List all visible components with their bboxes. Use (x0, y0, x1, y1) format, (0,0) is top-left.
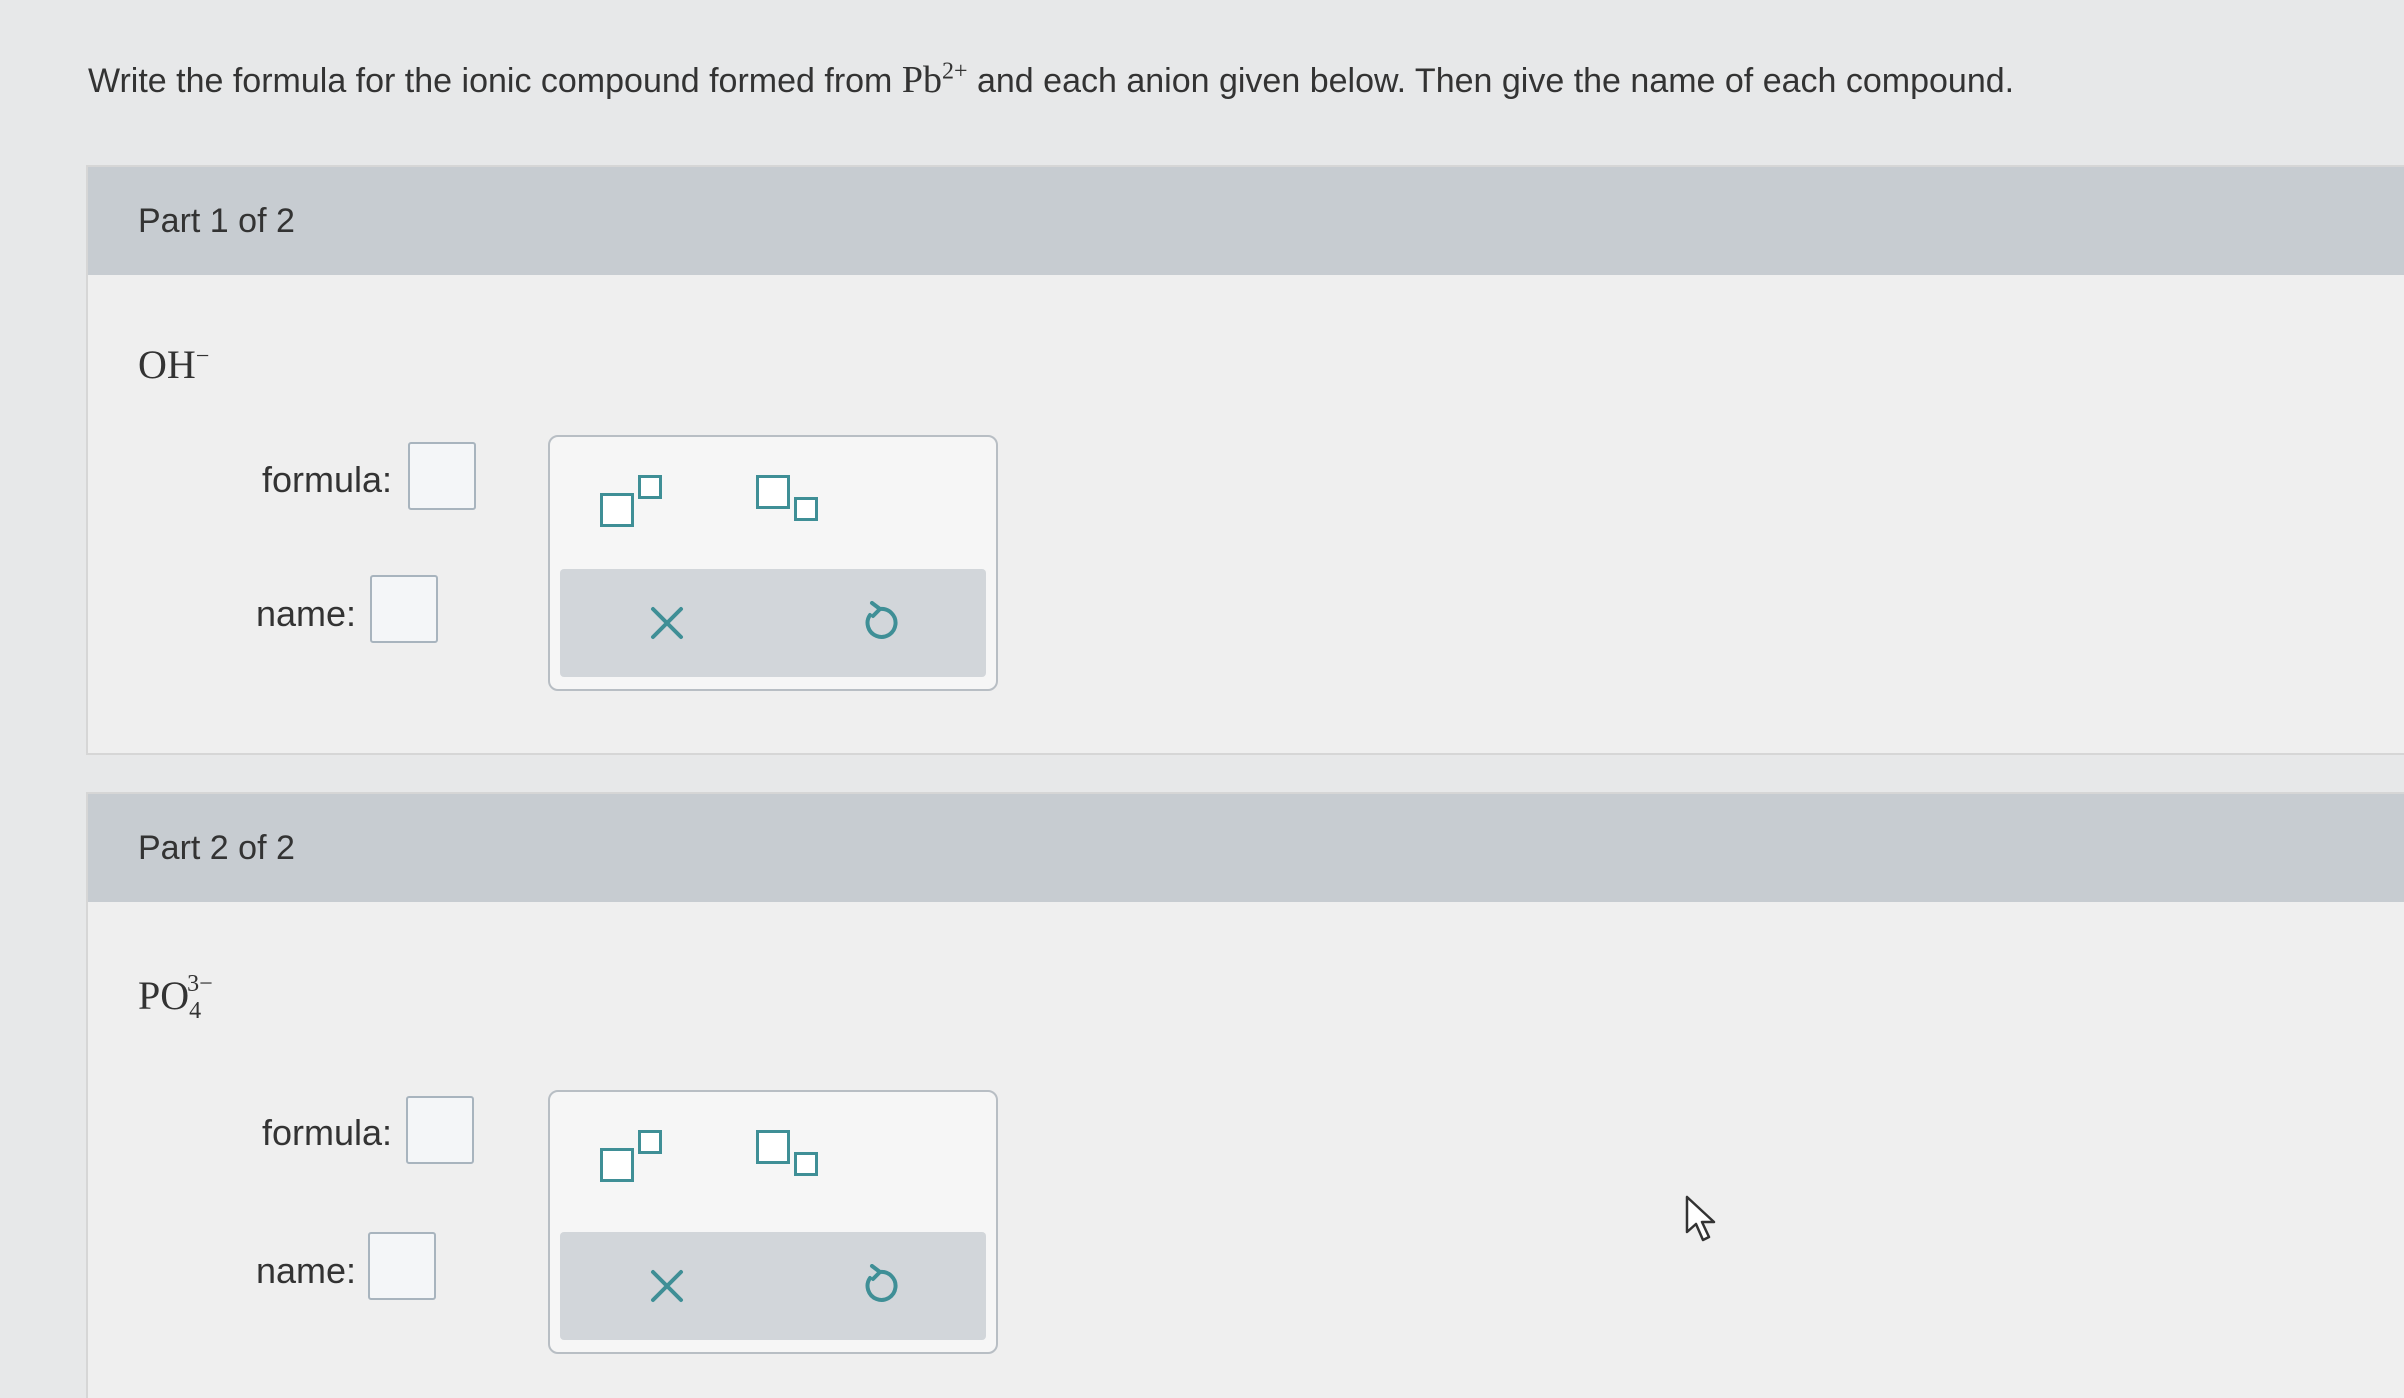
cation-formula: Pb2+ (901, 58, 968, 101)
cation-charge: 2+ (941, 58, 968, 85)
x-icon (650, 1270, 683, 1302)
mouse-pointer-icon (1685, 1195, 1716, 1242)
formula-input[interactable] (406, 1096, 474, 1164)
prompt-text-after: and each anion given below. Then give th… (976, 62, 2015, 100)
template-toolbar (550, 437, 996, 561)
undo-button[interactable] (840, 583, 920, 663)
anion-subscript: 4 (189, 998, 202, 1024)
part-1-panel: Part 1 of 2 OH− formula: name: (86, 165, 2404, 755)
anion-charge: 3− (187, 970, 213, 997)
undo-icon (865, 1264, 898, 1302)
formula-tool-panel (548, 435, 998, 691)
name-label: name: (255, 593, 356, 634)
action-bar (560, 569, 986, 677)
anion-charge: − (195, 343, 210, 370)
formula-label: formula: (261, 459, 392, 500)
clear-button[interactable] (627, 1246, 707, 1326)
part-2-anion: PO43− (138, 970, 213, 1025)
name-input[interactable] (370, 575, 438, 643)
question-prompt: Write the formula for the ionic compound… (88, 58, 2014, 102)
subscript-button[interactable] (756, 475, 824, 533)
superscript-button[interactable] (600, 1130, 668, 1188)
formula-input[interactable] (408, 442, 476, 510)
x-icon (650, 607, 683, 639)
subscript-button[interactable] (756, 1130, 824, 1188)
part-2-header: Part 2 of 2 (88, 794, 2404, 902)
superscript-button[interactable] (600, 475, 668, 533)
part-1-header: Part 1 of 2 (88, 167, 2404, 275)
formula-tool-panel (548, 1090, 998, 1354)
name-label: name: (255, 1250, 356, 1291)
template-toolbar (550, 1092, 996, 1216)
undo-button[interactable] (840, 1246, 920, 1326)
clear-button[interactable] (627, 583, 707, 663)
anion-symbol: PO (138, 973, 190, 1018)
anion-symbol: OH (138, 342, 196, 387)
part-2-panel: Part 2 of 2 PO43− formula: name: (86, 792, 2404, 1398)
cation-symbol: Pb (901, 59, 942, 101)
part-1-anion: OH− (138, 341, 209, 394)
formula-label: formula: (261, 1112, 392, 1153)
action-bar (560, 1232, 986, 1340)
undo-icon (865, 601, 898, 639)
prompt-text-before: Write the formula for the ionic compound… (88, 62, 893, 100)
name-input[interactable] (368, 1232, 436, 1300)
